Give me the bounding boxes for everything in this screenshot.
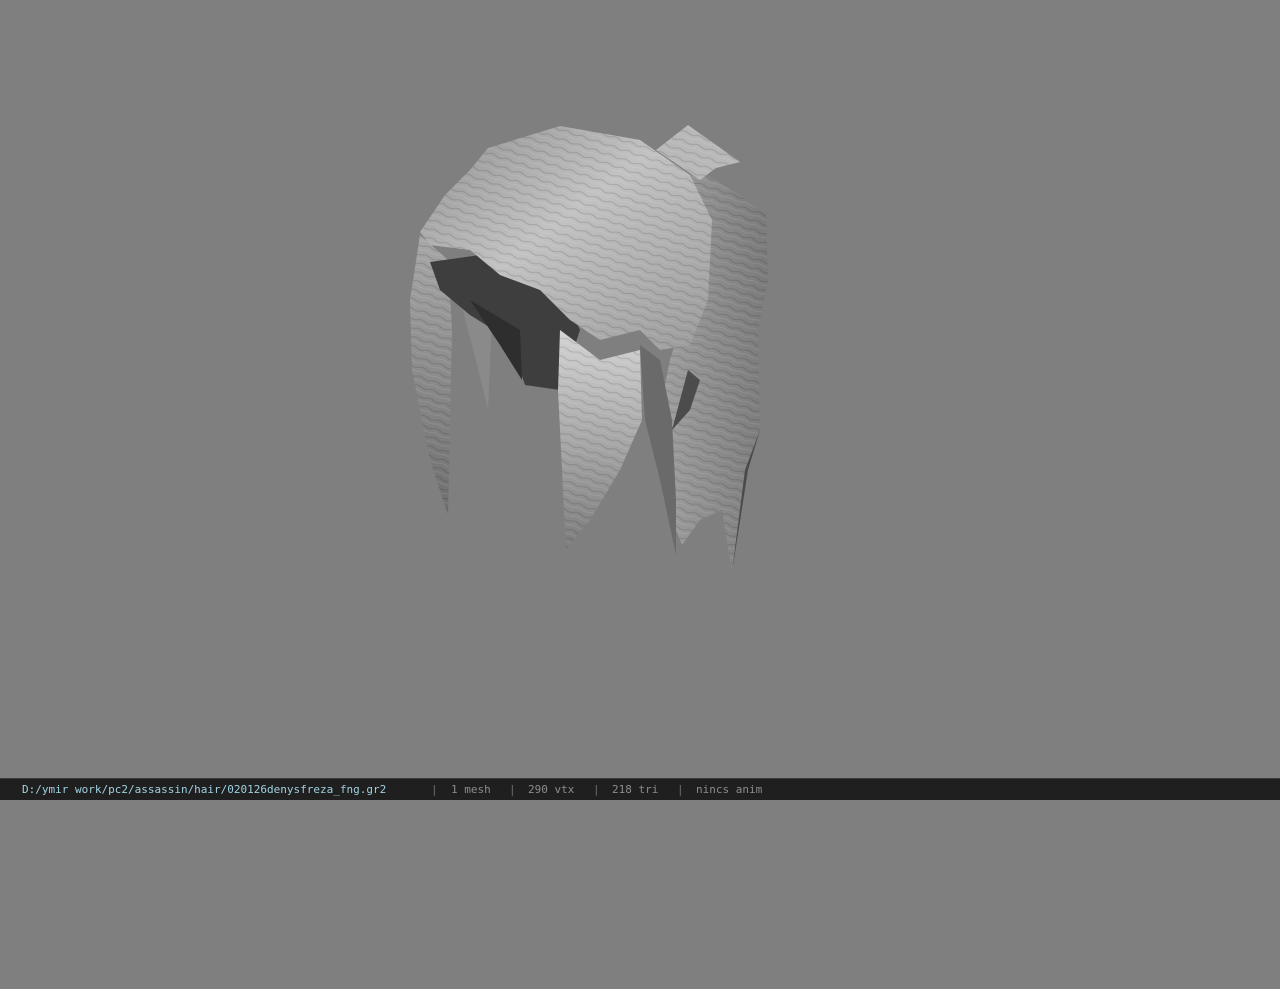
status-separator: | [509, 783, 516, 796]
3d-viewport[interactable] [0, 0, 1280, 778]
status-separator: | [593, 783, 600, 796]
status-bar: D:/ymir work/pc2/assassin/hair/020126den… [0, 778, 1280, 800]
vertex-count-label: 290 vtx [528, 783, 575, 796]
status-separator: | [431, 783, 438, 796]
hair-model-render [410, 125, 768, 572]
status-separator: | [677, 783, 684, 796]
animation-status-label: nincs anim [696, 783, 763, 796]
file-path-label: D:/ymir work/pc2/assassin/hair/020126den… [22, 783, 387, 796]
mesh-count-label: 1 mesh [451, 783, 491, 796]
triangle-count-label: 218 tri [612, 783, 659, 796]
